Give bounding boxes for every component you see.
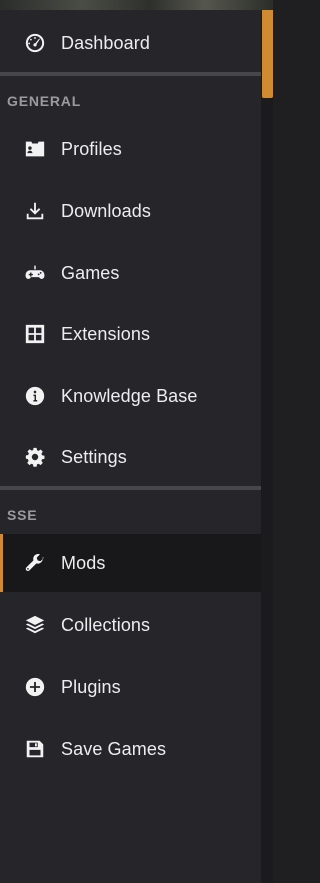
info-icon	[24, 385, 46, 407]
download-icon	[24, 200, 46, 222]
plus-circle-icon	[24, 676, 46, 698]
sidebar-item-label: Collections	[61, 614, 151, 635]
sidebar-item-label: Extensions	[61, 323, 151, 344]
sidebar-item-label: Save Games	[61, 738, 167, 759]
sidebar-item-games[interactable]: Games	[0, 244, 261, 302]
section-header-sse: SSE	[7, 507, 38, 523]
extensions-icon	[24, 323, 46, 345]
sidebar-item-extensions[interactable]: Extensions	[0, 305, 261, 363]
section-header-general: GENERAL	[7, 93, 82, 109]
floppy-disk-icon	[24, 738, 46, 760]
sidebar-item-save-games[interactable]: Save Games	[0, 720, 261, 778]
sidebar-item-plugins[interactable]: Plugins	[0, 658, 261, 716]
sidebar-item-settings[interactable]: Settings	[0, 428, 261, 486]
section-divider	[0, 72, 261, 76]
gear-icon	[24, 446, 46, 468]
sidebar-item-mods[interactable]: Mods	[0, 534, 261, 592]
dashboard-gauge-icon	[24, 32, 46, 54]
sidebar-item-label: Downloads	[61, 200, 151, 221]
sidebar-item-label: Mods	[61, 552, 106, 573]
sidebar-item-downloads[interactable]: Downloads	[0, 182, 261, 240]
sidebar-item-collections[interactable]: Collections	[0, 596, 261, 654]
sidebar-item-label: Settings	[61, 446, 127, 467]
sidebar-item-label: Profiles	[61, 138, 122, 159]
sidebar-item-label: Knowledge Base	[61, 385, 198, 406]
sidebar-item-label: Plugins	[61, 676, 121, 697]
profile-card-icon	[24, 138, 46, 160]
sidebar-item-knowledge-base[interactable]: Knowledge Base	[0, 367, 261, 425]
layers-icon	[24, 614, 46, 636]
scrollbar-thumb[interactable]	[262, 10, 273, 98]
header-background-image	[0, 0, 273, 10]
wrench-icon	[24, 552, 46, 574]
sidebar-item-profiles[interactable]: Profiles	[0, 120, 261, 178]
sidebar-item-label: Dashboard	[61, 32, 150, 53]
gamepad-icon	[24, 262, 46, 284]
sidebar-item-dashboard[interactable]: Dashboard	[0, 14, 261, 72]
sidebar-item-label: Games	[61, 262, 120, 283]
scrollbar-track[interactable]	[261, 10, 273, 883]
section-divider	[0, 486, 261, 490]
